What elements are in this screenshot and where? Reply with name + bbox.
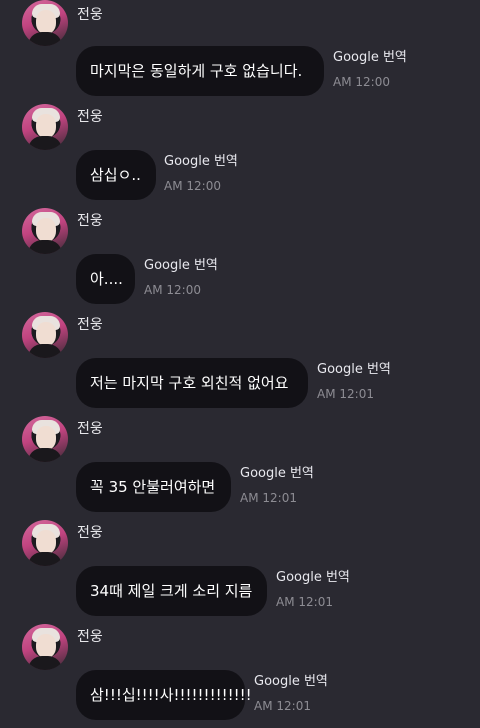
message-time: AM 12:01 — [317, 387, 374, 401]
avatar[interactable] — [22, 208, 68, 254]
sender-name: 전웅 — [77, 317, 103, 333]
google-translate-button[interactable]: Google 번역 — [333, 46, 407, 65]
chat-message: 전웅 아.... Google 번역 AM 12:00 — [0, 208, 480, 312]
message-bubble[interactable]: 삼!!!십!!!!사!!!!!!!!!!!!! — [76, 670, 252, 720]
message-time: AM 12:01 — [240, 491, 297, 505]
message-time: AM 12:00 — [333, 75, 390, 89]
google-translate-button[interactable]: Google 번역 — [254, 670, 328, 689]
google-translate-button[interactable]: Google 번역 — [144, 254, 218, 273]
chat-message: 전웅 삼십ㅇ.. Google 번역 AM 12:00 — [0, 104, 480, 208]
chat-message: 전웅 꼭 35 안불러여하면 Google 번역 AM 12:01 — [0, 416, 480, 520]
avatar[interactable] — [22, 624, 68, 670]
sender-name: 전웅 — [77, 7, 103, 23]
google-translate-button[interactable]: Google 번역 — [164, 150, 238, 169]
sender-name: 전웅 — [77, 109, 103, 125]
message-bubble[interactable]: 저는 마지막 구호 외친적 없어요 — [76, 358, 308, 408]
sender-name: 전웅 — [77, 629, 103, 645]
sender-name: 전웅 — [77, 525, 103, 541]
message-time: AM 12:01 — [276, 595, 333, 609]
avatar[interactable] — [22, 520, 68, 566]
sender-name: 전웅 — [77, 213, 103, 229]
google-translate-button[interactable]: Google 번역 — [317, 358, 391, 377]
chat-message: 전웅 삼!!!십!!!!사!!!!!!!!!!!!! Google 번역 AM … — [0, 624, 480, 728]
avatar[interactable] — [22, 416, 68, 462]
sender-name: 전웅 — [77, 421, 103, 437]
message-time: AM 12:01 — [254, 699, 311, 713]
message-time: AM 12:00 — [144, 283, 201, 297]
chat-message: 전웅 마지막은 동일하게 구호 없습니다. Google 번역 AM 12:00 — [0, 0, 480, 104]
message-bubble[interactable]: 삼십ㅇ.. — [76, 150, 156, 200]
message-bubble[interactable]: 아.... — [76, 254, 135, 304]
message-bubble[interactable]: 마지막은 동일하게 구호 없습니다. — [76, 46, 324, 96]
message-time: AM 12:00 — [164, 179, 221, 193]
google-translate-button[interactable]: Google 번역 — [240, 462, 314, 481]
message-bubble[interactable]: 꼭 35 안불러여하면 — [76, 462, 231, 512]
avatar[interactable] — [22, 312, 68, 358]
avatar[interactable] — [22, 0, 68, 46]
message-bubble[interactable]: 34때 제일 크게 소리 지름 — [76, 566, 267, 616]
google-translate-button[interactable]: Google 번역 — [276, 566, 350, 585]
avatar[interactable] — [22, 104, 68, 150]
chat-message: 전웅 저는 마지막 구호 외친적 없어요 Google 번역 AM 12:01 — [0, 312, 480, 416]
chat-message: 전웅 34때 제일 크게 소리 지름 Google 번역 AM 12:01 — [0, 520, 480, 624]
